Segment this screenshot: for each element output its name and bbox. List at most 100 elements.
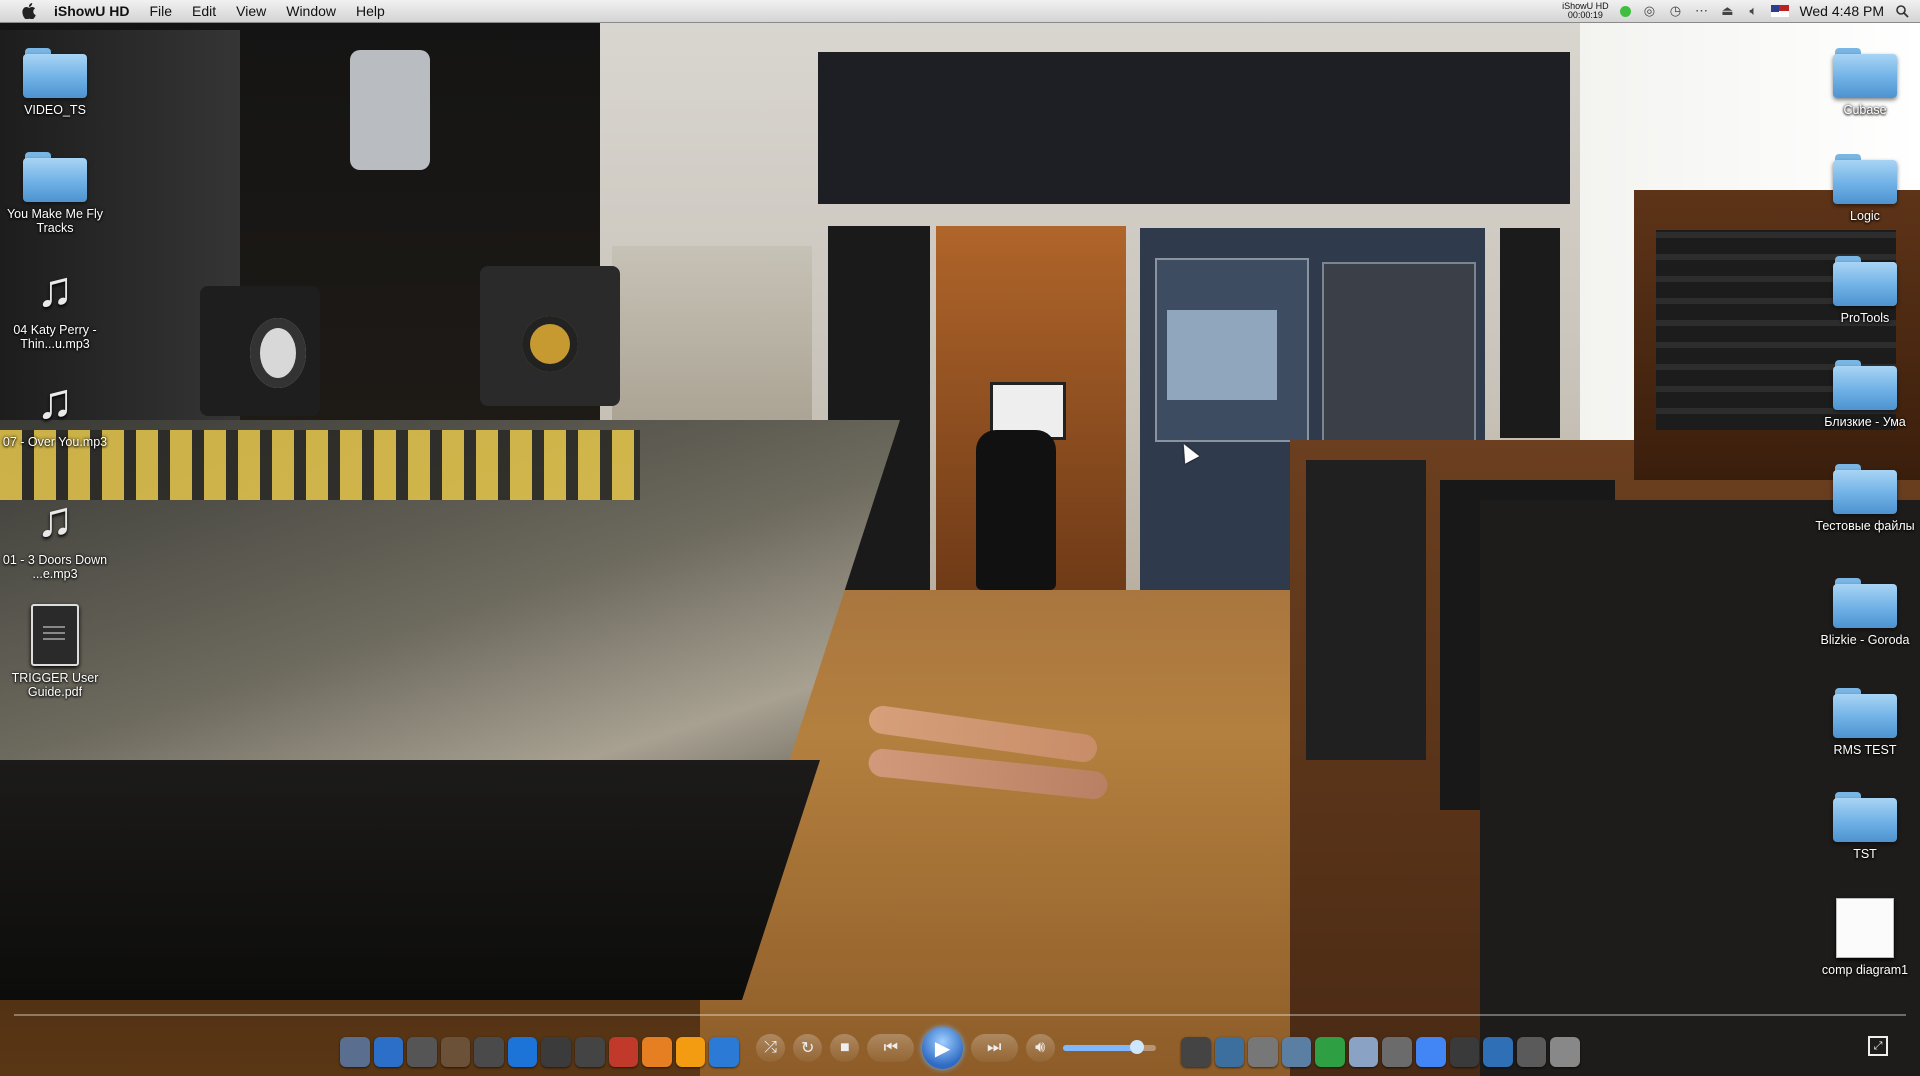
dock-app-icon[interactable]	[507, 1037, 538, 1067]
desktop-icon-music[interactable]: ♫ 04 Katy Perry - Thin...u.mp3	[0, 260, 110, 351]
wallpaper-console-front	[0, 760, 820, 1000]
desktop-icon-folder[interactable]: Тестовые файлы	[1810, 464, 1920, 533]
menu-help[interactable]: Help	[346, 0, 395, 22]
desktop-icon-folder[interactable]: Cubase	[1810, 48, 1920, 117]
volume-fill	[1062, 1045, 1138, 1051]
wallpaper-rack-top	[1634, 190, 1920, 480]
menu-view[interactable]: View	[226, 0, 276, 22]
folder-icon	[1833, 578, 1897, 628]
desktop-icon-label: RMS TEST	[1833, 743, 1897, 757]
desktop-icon-folder[interactable]: TST	[1810, 792, 1920, 861]
desktop-icon-label: TST	[1853, 847, 1877, 861]
dock-app-icon[interactable]	[1382, 1037, 1412, 1067]
desktop-icon-label: TRIGGER User Guide.pdf	[11, 671, 99, 699]
wallpaper-ceiling-speaker	[350, 50, 430, 170]
volume-knob[interactable]	[1130, 1040, 1145, 1054]
desktop-icon-label: 07 - Over You.mp3	[2, 435, 108, 449]
desktop-icon-label: 04 Katy Perry - Thin...u.mp3	[13, 323, 97, 351]
menu-edit[interactable]: Edit	[182, 0, 226, 22]
desktop-icon-music[interactable]: ♫ 07 - Over You.mp3	[0, 372, 110, 449]
next-button[interactable]: ⏭	[970, 1034, 1018, 1062]
desktop-icon-music[interactable]: ♫ 01 - 3 Doors Down ...e.mp3	[0, 490, 110, 581]
desktop-icon-folder[interactable]: VIDEO_TS	[0, 48, 110, 117]
dock-app-icon[interactable]	[340, 1037, 370, 1067]
folder-icon	[1833, 256, 1897, 306]
stop-button[interactable]: ■	[830, 1034, 860, 1062]
wallpaper-acoustic-panel	[818, 52, 1570, 204]
dock-app-icon[interactable]	[575, 1037, 605, 1067]
recorder-time: 00:00:19	[1567, 10, 1603, 20]
recording-indicator-icon[interactable]	[1620, 5, 1632, 17]
desktop-icon-label: Тестовые файлы	[1815, 519, 1915, 533]
volume-icon[interactable]: 🔈︎	[1745, 3, 1761, 19]
desktop-icon-folder[interactable]: RMS TEST	[1810, 688, 1920, 757]
menu-extras: iShowU HD 00:00:19 ◎ ◷ ⋯ ⏏ 🔈︎ Wed 4:48 P…	[1560, 0, 1920, 22]
playback-progress-track[interactable]	[14, 1014, 1906, 1016]
dock-app-icon[interactable]	[440, 1037, 471, 1067]
folder-icon	[1833, 688, 1897, 738]
recorder-status[interactable]: iShowU HD 00:00:19	[1560, 2, 1610, 20]
sync-icon[interactable]: ◎	[1641, 3, 1657, 19]
bluetooth-dots-icon[interactable]: ⋯	[1693, 3, 1709, 19]
pdf-icon	[31, 604, 79, 666]
dock-app-icon[interactable]	[1516, 1037, 1547, 1067]
shuffle-icon[interactable]: ⤮	[756, 1034, 786, 1062]
desktop-icon-label: ProTools	[1840, 311, 1890, 325]
desktop-icon-folder[interactable]: Logic	[1810, 154, 1920, 223]
dock-app-icon[interactable]	[373, 1037, 404, 1067]
dock-app-icon[interactable]	[474, 1037, 504, 1067]
time-machine-icon[interactable]: ◷	[1667, 3, 1683, 19]
previous-button[interactable]: ⏮	[867, 1034, 915, 1062]
folder-icon	[23, 48, 87, 98]
apple-menu-icon[interactable]	[18, 0, 40, 22]
desktop-icon-folder[interactable]: Близкие - Ума	[1810, 360, 1920, 429]
dock-app-icon[interactable]	[541, 1037, 572, 1067]
fullscreen-toggle-icon[interactable]: ⤢	[1868, 1036, 1888, 1056]
dock-app-icon[interactable]	[1315, 1037, 1345, 1067]
dock-app-icon[interactable]	[1550, 1037, 1580, 1067]
dock-app-icon[interactable]	[709, 1037, 739, 1067]
menu-app-name[interactable]: iShowU HD	[40, 0, 139, 22]
wallpaper-chair	[976, 430, 1056, 590]
menu-bar: iShowU HD File Edit View Window Help iSh…	[0, 0, 1920, 23]
dock-app-icon[interactable]	[608, 1037, 639, 1067]
playback-controls: ⤮ ↻ ■ ⏮ ▶ ⏭ 🔊︎	[756, 1027, 1156, 1069]
desktop-icon-doc[interactable]: comp diagram1	[1810, 898, 1920, 977]
volume-slider[interactable]	[1062, 1040, 1156, 1054]
menu-clock[interactable]: Wed 4:48 PM	[1799, 3, 1884, 19]
desktop-icon-folder[interactable]: ProTools	[1810, 256, 1920, 325]
repeat-icon[interactable]: ↻	[793, 1034, 823, 1062]
speaker-icon[interactable]: 🔊︎	[1025, 1034, 1055, 1062]
dock-app-icon[interactable]	[1415, 1037, 1446, 1067]
menu-file[interactable]: File	[139, 0, 182, 22]
music-icon: ♫	[36, 261, 74, 317]
doc-icon	[1836, 898, 1894, 958]
dock-app-icon[interactable]	[1483, 1037, 1513, 1067]
play-button[interactable]: ▶	[922, 1027, 963, 1069]
dock-app-icon[interactable]	[1214, 1037, 1245, 1067]
dock-app-icon[interactable]	[675, 1037, 706, 1067]
dock-app-icon[interactable]	[1348, 1037, 1379, 1067]
dock-app-icon[interactable]	[642, 1037, 672, 1067]
eject-icon[interactable]: ⏏	[1719, 3, 1735, 19]
desktop-icon-label: Blizkie - Goroda	[1820, 633, 1910, 647]
dock-app-icon[interactable]	[1180, 1037, 1211, 1067]
desktop-icon-label: Близкие - Ума	[1824, 415, 1906, 429]
desktop-icon-folder[interactable]: You Make Me Fly Tracks	[0, 152, 110, 235]
dock-app-icon[interactable]	[407, 1037, 437, 1067]
wallpaper-speaker	[200, 286, 320, 416]
folder-icon	[1833, 360, 1897, 410]
desktop-icon-pdf[interactable]: TRIGGER User Guide.pdf	[0, 604, 110, 699]
dock-app-icon[interactable]	[1281, 1037, 1312, 1067]
input-source-flag-icon[interactable]	[1771, 5, 1790, 17]
wallpaper-legs	[867, 700, 1148, 810]
dock-app-icon[interactable]	[1248, 1037, 1278, 1067]
desktop-icon-folder[interactable]: Blizkie - Goroda	[1810, 578, 1920, 647]
desktop-icon-label: Logic	[1850, 209, 1880, 223]
music-icon: ♫	[36, 373, 74, 429]
music-icon: ♫	[36, 491, 74, 547]
folder-icon	[1833, 154, 1897, 204]
menu-window[interactable]: Window	[276, 0, 346, 22]
dock-app-icon[interactable]	[1449, 1037, 1480, 1067]
spotlight-search-icon[interactable]	[1894, 3, 1910, 19]
